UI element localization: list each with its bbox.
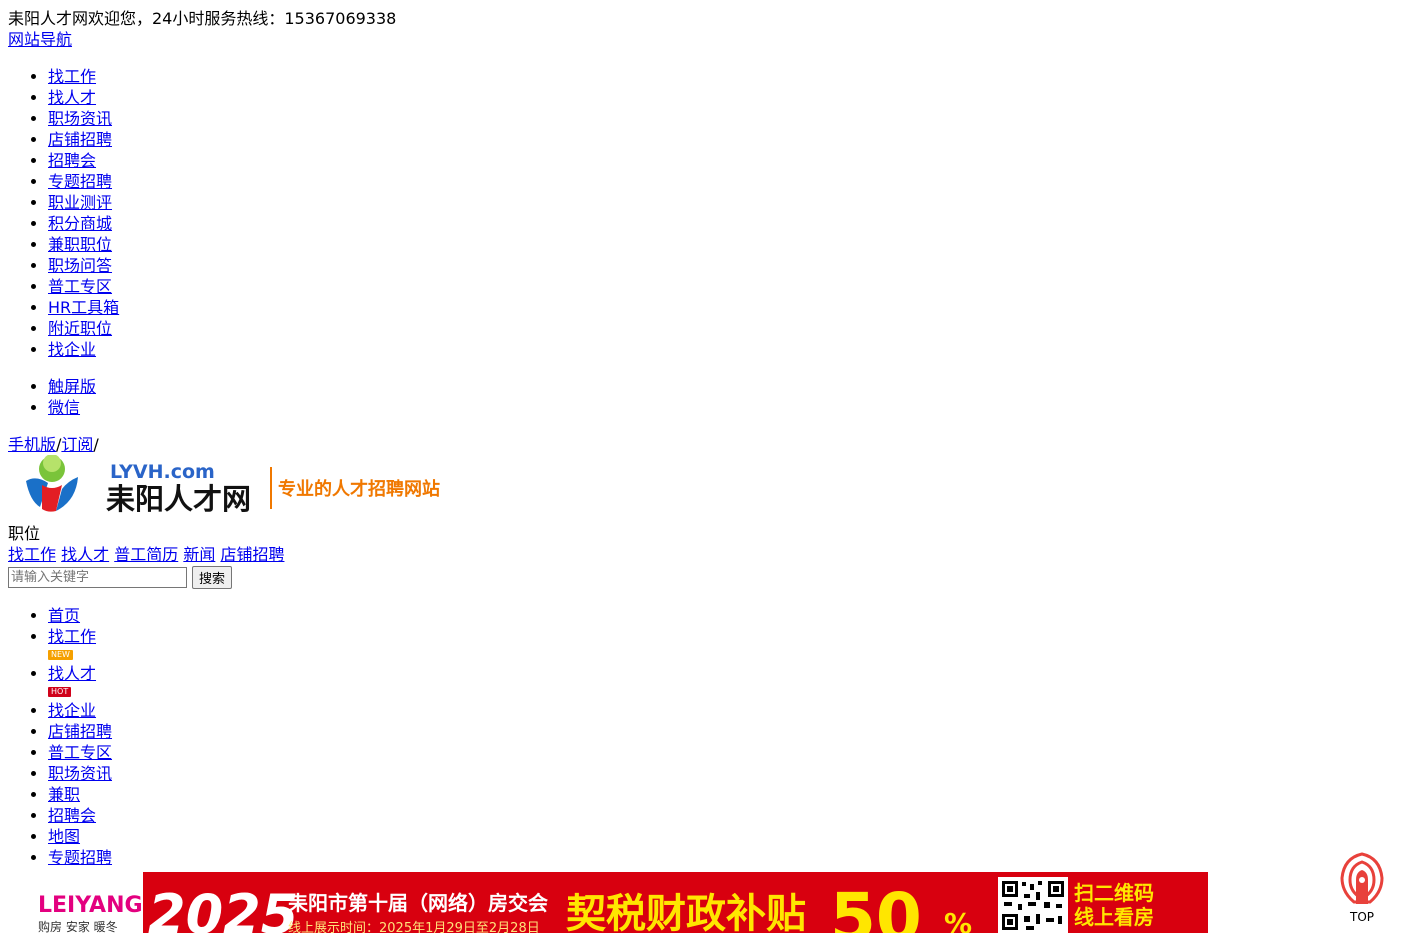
search-input[interactable] — [8, 567, 187, 588]
main-nav-item: 地图 — [48, 826, 1416, 847]
dropdown-link-career-news[interactable]: 职场资讯 — [48, 109, 112, 128]
banner-graphic: LEIYANG 购房 安家 暖冬 2025 耒阳市第十届（网络）房交会 线上展示… — [8, 872, 1208, 933]
separator: / — [93, 435, 99, 454]
dropdown-link-job-fair[interactable]: 招聘会 — [48, 151, 96, 170]
dropdown-link-points-mall[interactable]: 积分商城 — [48, 214, 112, 233]
subscribe-link[interactable]: 订阅 — [61, 435, 93, 454]
banner-tagline: 购房 安家 暖冬 — [38, 919, 118, 933]
dropdown-item: 兼职职位 — [48, 234, 1416, 255]
nav-worker-zone[interactable]: 普工专区 — [48, 743, 112, 762]
mobile-links: 触屏版 微信 — [8, 376, 1416, 418]
main-nav-item: 招聘会 — [48, 805, 1416, 826]
extra-links: 手机版/订阅/ — [8, 434, 1416, 455]
main-nav-item: 找人才 HOT — [48, 663, 1416, 700]
main-nav-item: 兼职 — [48, 784, 1416, 805]
nav-find-job[interactable]: 找工作 — [48, 627, 96, 646]
banner-brand: LEIYANG — [38, 893, 143, 918]
dropdown-link-nearby-jobs[interactable]: 附近职位 — [48, 319, 112, 338]
banner-percent-sign: % — [944, 907, 972, 933]
nav-map[interactable]: 地图 — [48, 827, 80, 846]
dropdown-item: 找企业 — [48, 339, 1416, 360]
touch-version-link[interactable]: 触屏版 — [48, 377, 96, 396]
dropdown-item: 附近职位 — [48, 318, 1416, 339]
logo-image: LYVH.com 耒阳人才网 专业的人才招聘网站 — [25, 455, 440, 516]
dropdown-link-shop-jobs[interactable]: 店铺招聘 — [48, 130, 112, 149]
main-nav-item: 普工专区 — [48, 742, 1416, 763]
nav-find-company[interactable]: 找企业 — [48, 701, 96, 720]
dropdown-item: 店铺招聘 — [48, 129, 1416, 150]
welcome-text: 耒阳人才网欢迎您，24小时服务热线：15367069338 — [8, 9, 397, 28]
main-nav-item: 专题招聘 — [48, 847, 1416, 868]
mobile-item: 触屏版 — [48, 376, 1416, 397]
logo-domain: LYVH.com — [110, 461, 215, 483]
banner-year: 2025 — [148, 883, 298, 933]
dropdown-link-find-talent[interactable]: 找人才 — [48, 88, 96, 107]
site-nav-link[interactable]: 网站导航 — [8, 30, 72, 49]
search-tab-news[interactable]: 新闻 — [183, 545, 215, 564]
nav-career-news[interactable]: 职场资讯 — [48, 764, 112, 783]
dropdown-item: 职场资讯 — [48, 108, 1416, 129]
mobile-version-link[interactable]: 手机版 — [8, 435, 56, 454]
dropdown-item: 普工专区 — [48, 276, 1416, 297]
search-button[interactable]: 搜索 — [192, 566, 233, 589]
banner-promo: 契税财政补贴 — [566, 891, 806, 933]
dropdown-link-part-time[interactable]: 兼职职位 — [48, 235, 112, 254]
dropdown-link-topic-jobs[interactable]: 专题招聘 — [48, 172, 112, 191]
dropdown-item: 找人才 — [48, 87, 1416, 108]
dropdown-item: 积分商城 — [48, 213, 1416, 234]
nav-home[interactable]: 首页 — [48, 606, 80, 625]
housing-fair-banner[interactable]: LEIYANG 购房 安家 暖冬 2025 耒阳市第十届（网络）房交会 线上展示… — [8, 872, 1208, 933]
nav-shop-jobs[interactable]: 店铺招聘 — [48, 722, 112, 741]
main-nav-item: 首页 — [48, 605, 1416, 626]
banner-percent: 50 — [830, 879, 922, 933]
nav-part-time[interactable]: 兼职 — [48, 785, 80, 804]
back-to-top-label: TOP — [1349, 910, 1374, 924]
dropdown-item: 招聘会 — [48, 150, 1416, 171]
search-tab-find-job[interactable]: 找工作 — [8, 545, 56, 564]
dropdown-item: 职业测评 — [48, 192, 1416, 213]
dropdown-link-hr-tools[interactable]: HR工具箱 — [48, 298, 119, 317]
site-nav-dropdown: 找工作 找人才 职场资讯 店铺招聘 招聘会 专题招聘 职业测评 积分商城 兼职职… — [8, 66, 1416, 360]
nav-topic-jobs[interactable]: 专题招聘 — [48, 848, 112, 867]
rocket-icon — [1340, 852, 1384, 904]
dropdown-item: 职场问答 — [48, 255, 1416, 276]
dropdown-link-career-test[interactable]: 职业测评 — [48, 193, 112, 212]
main-nav-item: 找工作 NEW — [48, 626, 1416, 663]
mobile-item: 微信 — [48, 397, 1416, 418]
dropdown-item: HR工具箱 — [48, 297, 1416, 318]
nav-job-fair[interactable]: 招聘会 — [48, 806, 96, 825]
banner-subtitle: 线上展示时间：2025年1月29日至2月28日 — [288, 921, 540, 933]
hot-badge: HOT — [48, 687, 72, 697]
dropdown-link-find-company[interactable]: 找企业 — [48, 340, 96, 359]
wechat-link[interactable]: 微信 — [48, 398, 80, 417]
search-tabs: 找工作 找人才 普工简历 新闻 店铺招聘 — [8, 544, 1416, 565]
search-tab-find-talent[interactable]: 找人才 — [61, 545, 109, 564]
dropdown-item: 专题招聘 — [48, 171, 1416, 192]
main-nav-item: 职场资讯 — [48, 763, 1416, 784]
logo-name: 耒阳人才网 — [106, 482, 251, 516]
site-logo[interactable]: LYVH.com 耒阳人才网 专业的人才招聘网站 — [8, 455, 1416, 523]
banner-qr-line1: 扫二维码 — [1074, 881, 1154, 905]
search-tab-worker-resume[interactable]: 普工简历 — [114, 545, 178, 564]
search-type-label[interactable]: 职位 — [8, 523, 1416, 544]
dropdown-link-find-job[interactable]: 找工作 — [48, 67, 96, 86]
back-to-top-button[interactable]: TOP — [1336, 852, 1388, 924]
dropdown-link-career-qa[interactable]: 职场问答 — [48, 256, 112, 275]
main-nav: 首页 找工作 NEW 找人才 HOT 找企业 店铺招聘 普工专区 职场资讯 兼职 招… — [8, 605, 1416, 868]
banner-qr-line2: 线上看房 — [1074, 905, 1154, 929]
banner-title: 耒阳市第十届（网络）房交会 — [288, 891, 548, 915]
search-tab-shop-jobs[interactable]: 店铺招聘 — [220, 545, 284, 564]
dropdown-item: 找工作 — [48, 66, 1416, 87]
main-nav-item: 找企业 — [48, 700, 1416, 721]
nav-find-talent[interactable]: 找人才 — [48, 664, 96, 683]
dropdown-link-worker-zone[interactable]: 普工专区 — [48, 277, 112, 296]
main-nav-item: 店铺招聘 — [48, 721, 1416, 742]
logo-slogan: 专业的人才招聘网站 — [278, 478, 440, 500]
new-badge: NEW — [48, 650, 73, 660]
